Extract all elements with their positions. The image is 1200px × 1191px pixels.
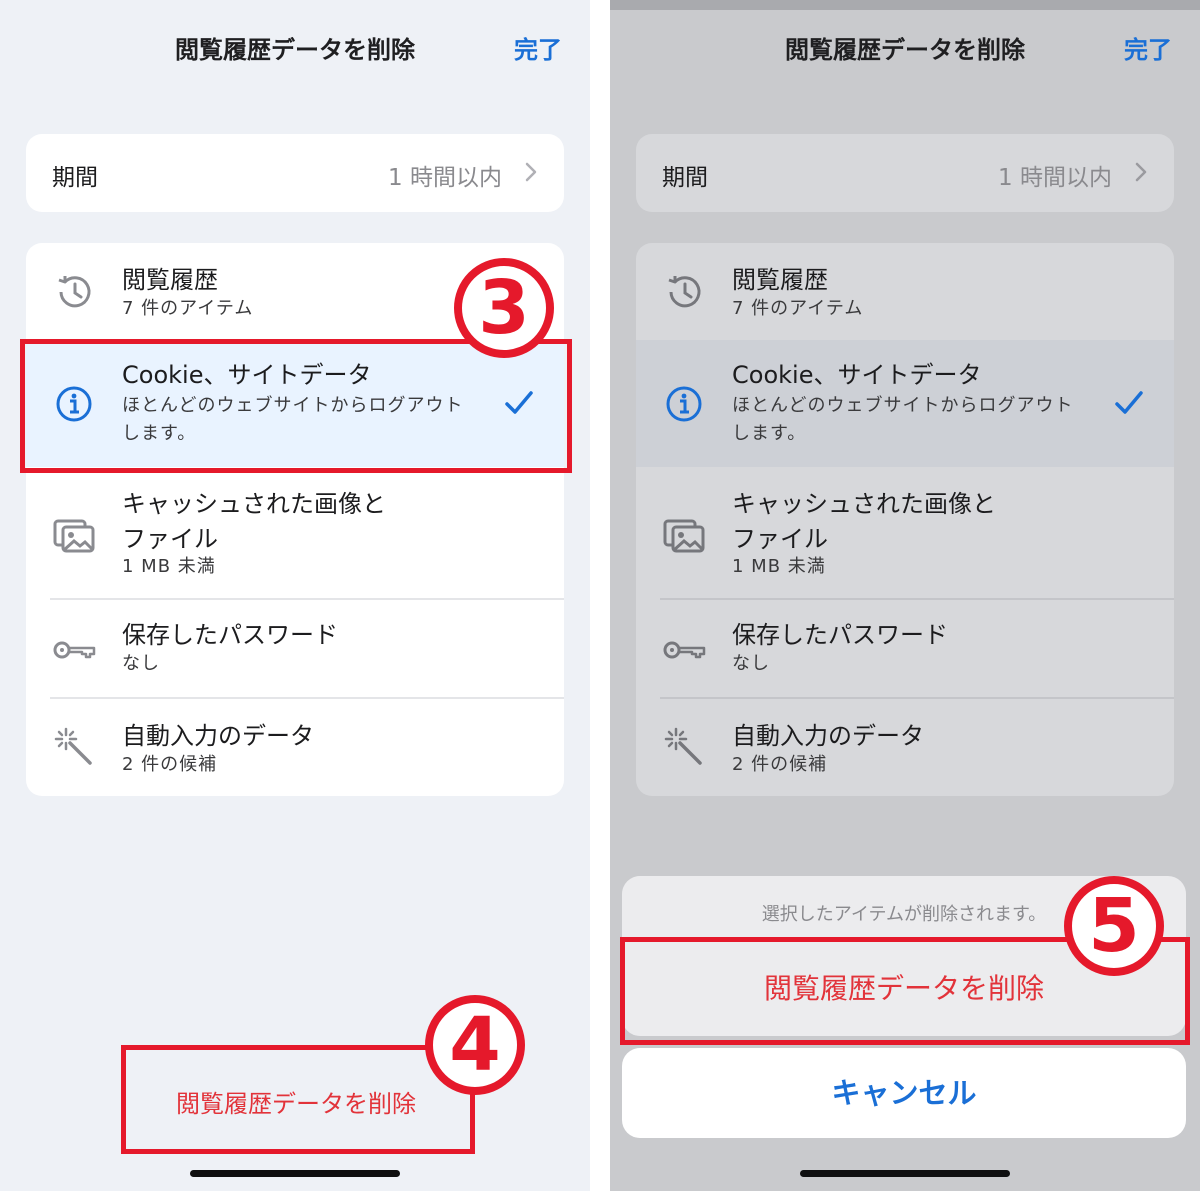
row-subtitle: 2 件の候補	[732, 754, 828, 775]
history-icon	[58, 276, 91, 308]
period-label: 期間	[52, 165, 98, 191]
annotation-highlight-delete	[121, 1045, 475, 1154]
list-item-passwords[interactable]: 保存したパスワード なし	[26, 600, 564, 699]
row-subtitle: 2 件の候補	[122, 754, 218, 775]
home-indicator	[800, 1170, 1010, 1177]
row-title: Cookie、サイトデータ	[732, 361, 982, 389]
sheet-backdrop	[610, 0, 1200, 10]
data-types-list: 閲覧履歴 7 件のアイテム Cookie、サイトデータ ほとんどのウェブサイトか…	[636, 243, 1174, 796]
list-item-cookies[interactable]: Cookie、サイトデータ ほとんどのウェブサイトからログアウト します。	[636, 340, 1174, 467]
list-item-history[interactable]: 閲覧履歴 7 件のアイテム	[636, 243, 1174, 340]
page-title: 閲覧履歴データを削除	[175, 36, 415, 64]
left-screen: 閲覧履歴データを削除 完了 期間 1 時間以内 閲覧履歴 7 件のアイテム Co…	[0, 0, 590, 1191]
row-title: 閲覧履歴	[122, 266, 218, 294]
chevron-right-icon	[1135, 162, 1147, 182]
row-title: 保存したパスワード	[732, 621, 948, 649]
row-title-line1: キャッシュされた画像と	[732, 490, 996, 518]
done-button[interactable]: 完了	[1124, 30, 1172, 65]
step-5-badge: 5	[1064, 876, 1164, 976]
row-subtitle: 7 件のアイテム	[732, 298, 864, 319]
info-icon	[666, 386, 702, 422]
period-row[interactable]: 期間 1 時間以内	[26, 134, 564, 212]
annotation-highlight-cookies	[20, 339, 572, 473]
row-title: 自動入力のデータ	[122, 722, 314, 750]
list-item-autofill[interactable]: 自動入力のデータ 2 件の候補	[26, 699, 564, 796]
cancel-button[interactable]: キャンセル	[622, 1048, 1186, 1138]
home-indicator	[190, 1170, 400, 1177]
row-subtitle-line1: ほとんどのウェブサイトからログアウト	[732, 395, 1074, 416]
row-title: 自動入力のデータ	[732, 722, 924, 750]
period-value: 1 時間以内	[998, 165, 1112, 191]
chevron-right-icon	[525, 162, 537, 182]
period-row[interactable]: 期間 1 時間以内	[636, 134, 1174, 212]
row-subtitle: なし	[732, 653, 770, 674]
row-subtitle: 7 件のアイテム	[122, 298, 254, 319]
magic-wand-icon	[664, 727, 702, 765]
row-subtitle: 1 MB 未満	[122, 556, 216, 577]
images-icon	[663, 519, 705, 553]
right-screen: 閲覧履歴データを削除 完了 期間 1 時間以内 閲覧履歴 7 件のアイテム Co…	[610, 0, 1200, 1191]
row-subtitle-line2: します。	[732, 423, 807, 444]
page-title: 閲覧履歴データを削除	[785, 36, 1025, 64]
list-item-autofill[interactable]: 自動入力のデータ 2 件の候補	[636, 699, 1174, 796]
period-label: 期間	[662, 165, 708, 191]
checkmark-icon	[1115, 391, 1143, 414]
row-title: 保存したパスワード	[122, 621, 338, 649]
images-icon	[53, 519, 95, 553]
panel-gap	[590, 0, 610, 1191]
row-title-line2: ファイル	[732, 525, 828, 553]
step-4-badge: 4	[425, 995, 525, 1095]
row-title-line1: キャッシュされた画像と	[122, 490, 386, 518]
history-icon	[668, 276, 701, 308]
period-value: 1 時間以内	[388, 165, 502, 191]
key-icon	[53, 641, 96, 659]
key-icon	[663, 641, 706, 659]
magic-wand-icon	[54, 727, 92, 765]
row-title: 閲覧履歴	[732, 266, 828, 294]
list-item-passwords[interactable]: 保存したパスワード なし	[636, 600, 1174, 699]
list-item-cache[interactable]: キャッシュされた画像と ファイル 1 MB 未満	[26, 467, 564, 600]
list-item-cache[interactable]: キャッシュされた画像と ファイル 1 MB 未満	[636, 467, 1174, 600]
row-subtitle: なし	[122, 653, 160, 674]
row-subtitle: 1 MB 未満	[732, 556, 826, 577]
done-button[interactable]: 完了	[514, 30, 562, 65]
step-3-badge: 3	[454, 258, 554, 358]
row-title-line2: ファイル	[122, 525, 218, 553]
